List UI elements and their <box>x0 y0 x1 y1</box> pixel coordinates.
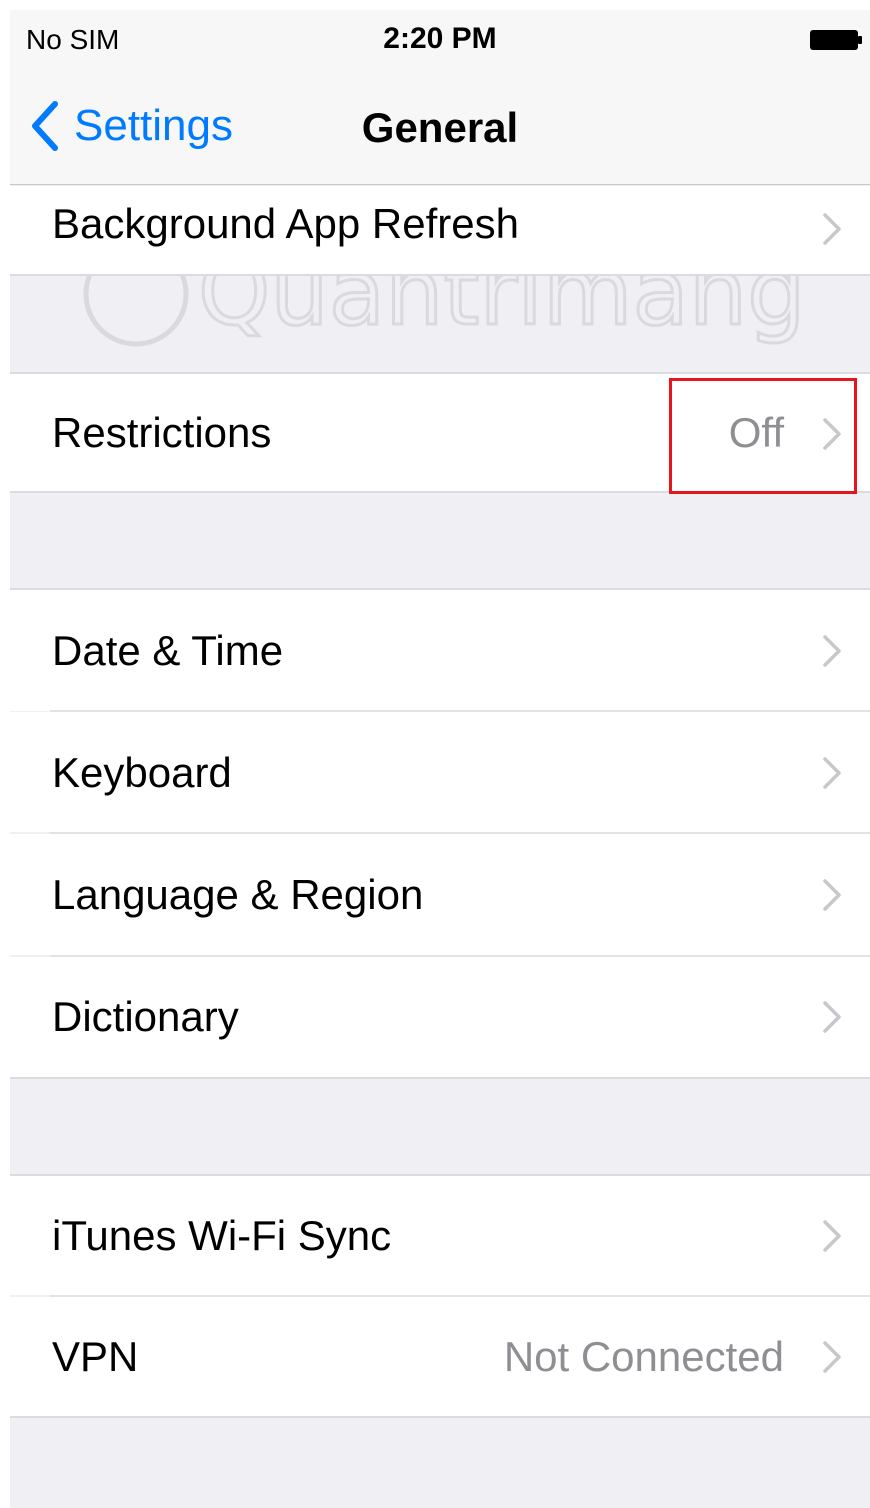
row-label: iTunes Wi-Fi Sync <box>52 1212 392 1259</box>
row-label: Language & Region <box>52 871 424 918</box>
battery-icon <box>810 30 862 50</box>
chevron-right-icon <box>822 878 842 912</box>
row-label: Restrictions <box>52 409 272 456</box>
chevron-right-icon <box>822 634 842 668</box>
row-background-app-refresh[interactable]: Background App Refresh <box>10 186 870 274</box>
row-itunes-wifi-sync[interactable]: iTunes Wi-Fi Sync <box>10 1176 870 1295</box>
navigation-bar: Settings General <box>10 72 870 185</box>
vpn-status: Not Connected <box>503 1333 784 1380</box>
chevron-right-icon <box>822 1219 842 1253</box>
highlight-box <box>669 378 857 494</box>
row-label: Date & Time <box>52 627 284 674</box>
chevron-right-icon <box>822 1000 842 1034</box>
group-divider <box>10 274 870 276</box>
chevron-right-icon <box>822 212 842 246</box>
group-divider <box>10 1416 870 1418</box>
status-bar: No SIM 2:20 PM <box>10 10 870 72</box>
row-label: Keyboard <box>52 749 232 796</box>
group-divider <box>10 1077 870 1079</box>
ios-settings-screen: No SIM 2:20 PM Settings General Quantrim… <box>10 10 870 1508</box>
row-language-region[interactable]: Language & Region <box>10 834 870 955</box>
chevron-right-icon <box>822 756 842 790</box>
clock: 2:20 PM <box>383 22 497 55</box>
page-title: General <box>361 104 519 151</box>
row-label: Dictionary <box>52 993 239 1040</box>
row-date-time[interactable]: Date & Time <box>10 590 870 711</box>
row-vpn[interactable]: VPN Not Connected <box>10 1297 870 1416</box>
row-label: Background App Refresh <box>52 200 519 247</box>
chevron-right-icon <box>822 1340 842 1374</box>
row-keyboard[interactable]: Keyboard <box>10 712 870 832</box>
row-label: VPN <box>52 1333 139 1380</box>
row-dictionary[interactable]: Dictionary <box>10 957 870 1077</box>
